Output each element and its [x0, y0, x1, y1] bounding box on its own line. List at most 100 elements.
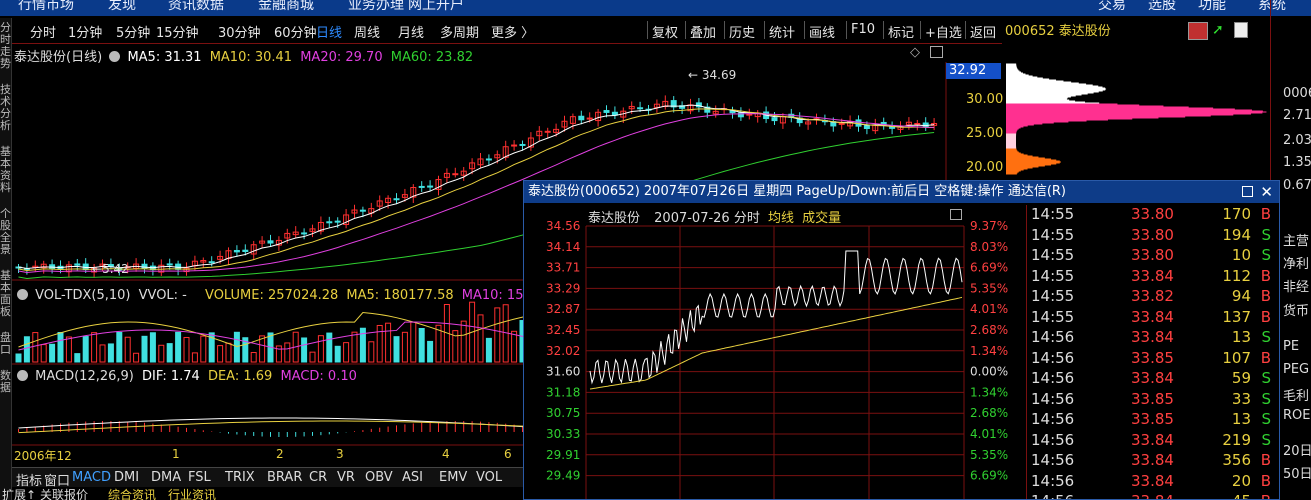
volume-bar: [175, 331, 182, 363]
tool-button[interactable]: 返回: [970, 22, 996, 41]
period-button[interactable]: 分时: [30, 22, 56, 41]
close-icon[interactable]: ✕: [1260, 181, 1273, 203]
left-tab[interactable]: 基本面板: [0, 270, 11, 318]
indicator-tab[interactable]: FSL: [188, 470, 211, 485]
toolbar-separator: [764, 21, 765, 39]
tick-row: 14:56 33.84 219 S: [1027, 431, 1279, 451]
period-button[interactable]: 月线: [398, 22, 424, 41]
top-menu-item[interactable]: 发现: [108, 0, 136, 14]
candle: [586, 117, 593, 120]
doc-icon[interactable]: [1234, 22, 1248, 38]
tick-list[interactable]: 14:55 33.80 170 B 14:55 33.80 194 S 14:55 33.80 10…: [1026, 205, 1279, 499]
bottom-tab[interactable]: 行业资讯: [168, 487, 216, 500]
period-button[interactable]: 多周期: [440, 22, 479, 41]
indicator-tab[interactable]: DMA: [151, 470, 181, 485]
tick-time: 14:56: [1031, 328, 1075, 346]
volume-bar: [158, 344, 165, 363]
tool-button[interactable]: 标记: [888, 22, 914, 41]
period-button[interactable]: 周线: [354, 22, 380, 41]
indicator-tab[interactable]: CR: [309, 470, 327, 485]
volume-bar: [183, 336, 190, 363]
candle: [208, 261, 215, 264]
tool-button[interactable]: 复权: [652, 22, 678, 41]
low-annotation: ←5.42: [92, 262, 129, 276]
maximize-icon[interactable]: [930, 46, 943, 58]
right-info-text: 0006: [1283, 86, 1311, 101]
indicator-tab[interactable]: VR: [337, 470, 355, 485]
tool-button[interactable]: F10: [851, 22, 875, 37]
candle: [393, 198, 400, 201]
maximize-icon[interactable]: [950, 209, 962, 220]
volume-bar: [99, 344, 106, 363]
period-button[interactable]: 日线: [316, 22, 342, 41]
bottom-tab[interactable]: 扩展↑: [2, 487, 36, 500]
tick-volume: 112: [1222, 266, 1251, 285]
tick-volume: 356: [1222, 451, 1251, 469]
tool-button[interactable]: 历史: [729, 22, 755, 41]
settings-circle-icon[interactable]: [17, 289, 28, 300]
bottom-tab[interactable]: 关联报价: [40, 487, 88, 500]
period-button[interactable]: 15分钟: [156, 22, 199, 41]
tick-volume: 13: [1231, 328, 1251, 346]
diamond-icon[interactable]: ◇: [910, 45, 920, 60]
top-menu-item[interactable]: 功能: [1198, 0, 1226, 14]
maximize-icon[interactable]: [1242, 186, 1253, 197]
top-menu-item[interactable]: 金融商城: [258, 0, 314, 14]
top-menu-item[interactable]: 业务办理: [348, 0, 404, 14]
tick-row: 14:55 33.82 94 B: [1027, 287, 1279, 307]
tick-volume: 194: [1222, 225, 1251, 244]
intraday-popup[interactable]: 泰达股份(000652) 2007年07月26日 星期四 PageUp/Down…: [523, 180, 1280, 500]
left-tab[interactable]: 基本资料: [0, 146, 11, 194]
intraday-chart[interactable]: 34.56 9.37% 34.14 8.03% 33.71 6.69% 33.29 5.35%…: [524, 221, 1026, 500]
tick-side: B: [1261, 492, 1271, 499]
period-button[interactable]: 1分钟: [68, 22, 102, 41]
indicator-tab[interactable]: VOL: [476, 470, 502, 485]
volume-bar: [418, 327, 425, 363]
volume-bar: [225, 342, 232, 363]
tool-button[interactable]: +自选: [925, 22, 962, 41]
right-info-text: 2.03: [1283, 133, 1311, 148]
period-button[interactable]: 5分钟: [116, 22, 150, 41]
volume-bar: [317, 335, 324, 363]
volume-bar: [233, 331, 240, 363]
left-tab[interactable]: 盘口: [0, 332, 11, 356]
price-axis-label: 32.02: [546, 344, 580, 358]
left-tab[interactable]: 数据: [0, 370, 11, 394]
macd-indicator-name: MACD(12,26,9): [35, 369, 134, 384]
tick-side: B: [1260, 287, 1271, 305]
flag-icon[interactable]: [1188, 22, 1208, 40]
indicator-tab[interactable]: DMI: [114, 470, 139, 485]
left-tab[interactable]: 技术分析: [0, 84, 11, 132]
top-menu-item[interactable]: 行情市场: [18, 0, 74, 14]
top-menu-item[interactable]: 资讯数据: [168, 0, 224, 14]
volume-bar: [284, 342, 291, 363]
indicator-tab[interactable]: BRAR: [267, 470, 302, 485]
tool-button[interactable]: 统计: [769, 22, 795, 41]
volume-bar: [385, 322, 392, 363]
top-menu-item[interactable]: 交易: [1098, 0, 1126, 14]
date-label: 4: [442, 447, 450, 461]
date-label: 6: [504, 447, 512, 461]
dif-label: DIF: 1.74: [142, 369, 200, 384]
period-button[interactable]: 30分钟: [218, 22, 261, 41]
settings-circle-icon[interactable]: [17, 370, 28, 381]
tool-button[interactable]: 叠加: [690, 22, 716, 41]
left-tab[interactable]: 分时走势: [0, 22, 11, 70]
indicator-tab[interactable]: MACD: [72, 470, 111, 485]
top-menu-item[interactable]: 选股: [1148, 0, 1176, 14]
bottom-tab[interactable]: 综合资讯: [108, 487, 156, 500]
settings-circle-icon[interactable]: [109, 51, 121, 62]
indicator-tab[interactable]: ASI: [402, 470, 423, 485]
arrow-icon[interactable]: ➚: [1212, 22, 1224, 38]
left-tab[interactable]: 个股全景: [0, 208, 11, 256]
volume-bar: [511, 330, 518, 363]
top-menu-item[interactable]: 网上开户: [408, 0, 464, 14]
indicator-tab[interactable]: TRIX: [225, 470, 255, 485]
indicator-tab[interactable]: EMV: [439, 470, 467, 485]
period-button[interactable]: 更多 〉: [491, 22, 534, 41]
tool-button[interactable]: 画线: [809, 22, 835, 41]
popup-title-bar[interactable]: 泰达股份(000652) 2007年07月26日 星期四 PageUp/Down…: [524, 181, 1279, 203]
right-info-text: 2.71: [1283, 108, 1311, 123]
period-button[interactable]: 60分钟: [274, 22, 317, 41]
indicator-tab[interactable]: OBV: [365, 470, 393, 485]
